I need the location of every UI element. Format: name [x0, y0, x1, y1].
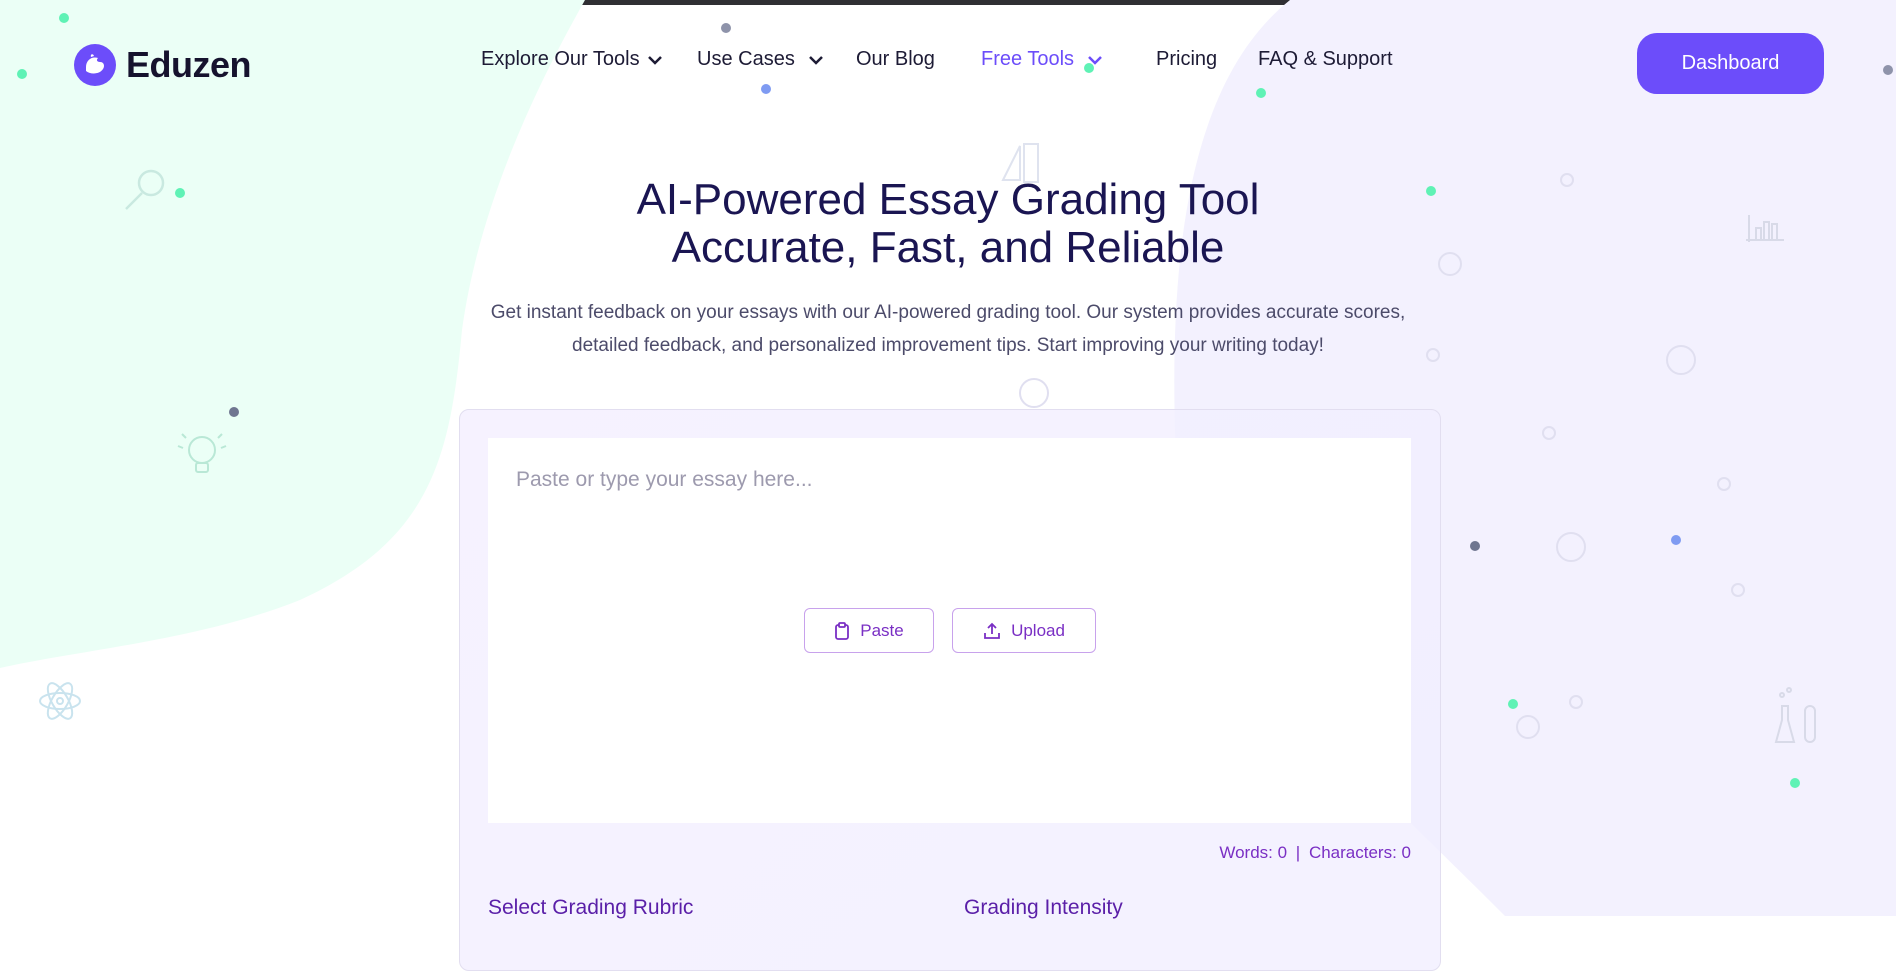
nav-pricing[interactable]: Pricing [1156, 48, 1217, 71]
upload-label: Upload [1011, 620, 1065, 640]
nav-free-tools[interactable]: Free Tools [981, 48, 1104, 71]
chevron-down-icon [1088, 55, 1102, 65]
lightbulb-icon [177, 433, 227, 473]
logo-text: Eduzen [126, 44, 252, 85]
window-top-border [0, 0, 1896, 5]
upload-icon [984, 622, 1000, 639]
subtitle-line-2: detailed feedback, and personalized impr… [572, 335, 1324, 356]
logo-bird-icon [74, 44, 116, 86]
page-title: AI-Powered Essay Grading Tool Accurate, … [0, 176, 1896, 272]
upload-button[interactable]: Upload [952, 608, 1096, 653]
rubric-section-label: Select Grading Rubric [488, 896, 694, 919]
page-subtitle: Get instant feedback on your essays with… [448, 296, 1448, 362]
essay-input[interactable]: Paste or type your essay here... [488, 438, 1411, 823]
word-count: Words: 0 [1219, 843, 1288, 862]
intensity-section-label: Grading Intensity [964, 896, 1123, 919]
nav-our-blog[interactable]: Our Blog [856, 48, 935, 71]
subtitle-line-1: Get instant feedback on your essays with… [490, 302, 1406, 323]
word-char-count: Words: 0 | Characters: 0 [1100, 843, 1411, 863]
nav-label: Free Tools [981, 48, 1075, 70]
nav-use-cases[interactable]: Use Cases [697, 48, 825, 71]
chevron-down-icon [808, 55, 823, 65]
logo[interactable]: Eduzen [74, 44, 252, 86]
title-line-1: AI-Powered Essay Grading Tool [636, 175, 1260, 224]
nav-label: Our Blog [856, 48, 935, 70]
clipboard-icon [835, 621, 850, 640]
dashboard-button[interactable]: Dashboard [1637, 33, 1824, 94]
atom-icon [39, 682, 81, 720]
nav-label: FAQ & Support [1258, 48, 1393, 70]
title-line-2: Accurate, Fast, and Reliable [671, 223, 1225, 272]
nav-label: Explore Our Tools [481, 48, 640, 70]
count-separator: | [1295, 843, 1301, 862]
nav-faq-support[interactable]: FAQ & Support [1258, 48, 1393, 71]
nav-label: Use Cases [697, 48, 795, 70]
chevron-down-icon [647, 55, 662, 65]
paste-button[interactable]: Paste [804, 608, 934, 653]
nav-explore-our-tools[interactable]: Explore Our Tools [481, 48, 664, 71]
essay-placeholder: Paste or type your essay here... [516, 468, 813, 491]
nav-label: Pricing [1156, 48, 1218, 70]
char-count: Characters: 0 [1308, 843, 1411, 862]
paste-label: Paste [860, 620, 904, 640]
test-tubes-icon [1774, 687, 1816, 743]
